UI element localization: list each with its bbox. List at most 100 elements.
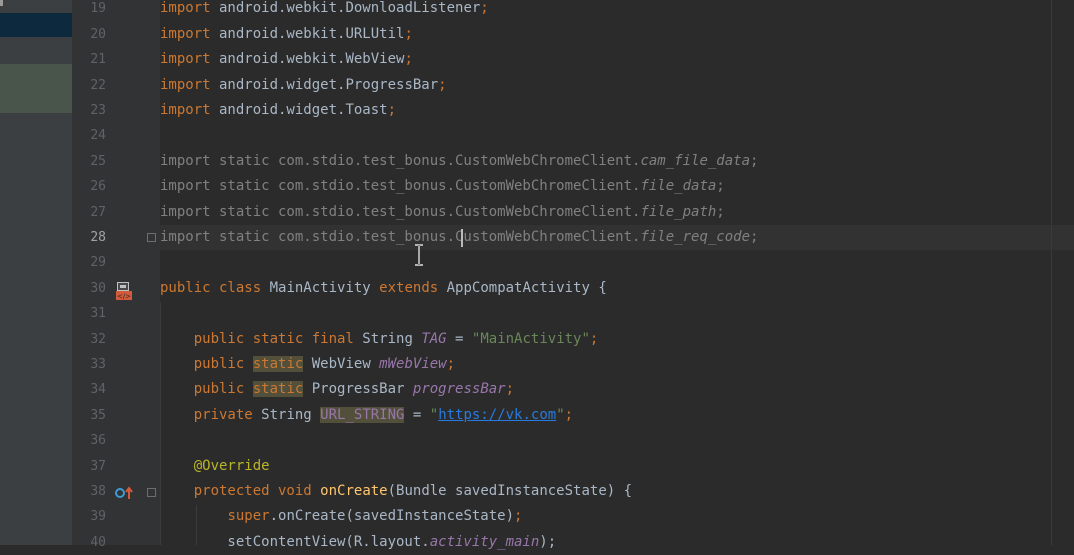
fold-marker-icon[interactable] <box>147 488 156 497</box>
code-token: ; <box>480 0 489 17</box>
panel-edge-marker <box>0 0 3 6</box>
code-line[interactable]: import android.webkit.URLUtil; <box>160 22 413 47</box>
line-number[interactable]: 37 <box>72 454 106 479</box>
code-line[interactable]: super.onCreate(savedInstanceState); <box>160 504 522 529</box>
line-number[interactable]: 25 <box>72 149 106 174</box>
code-token: "MainActivity" <box>471 330 590 347</box>
code-token: ); <box>539 533 557 550</box>
line-number[interactable]: 39 <box>72 504 106 529</box>
line-number[interactable]: 35 <box>72 403 106 428</box>
code-token: onCreate <box>320 483 388 499</box>
code-token: ; <box>387 102 397 118</box>
code-line[interactable]: private String URL_STRING = "https://vk.… <box>160 403 573 428</box>
code-token: android.webkit.URLUtil <box>210 25 405 42</box>
code-token: " <box>556 406 565 423</box>
line-number[interactable]: 40 <box>72 530 106 555</box>
code-line[interactable]: import android.widget.ProgressBar; <box>160 73 447 98</box>
code-line[interactable]: import static com.stdio.test_bonus.Custo… <box>160 225 758 250</box>
code-token: static <box>252 381 304 398</box>
code-line[interactable]: import android.webkit.DownloadListener; <box>160 0 489 22</box>
code-token: import static com.stdio.test_bonus.Custo… <box>160 152 641 169</box>
code-line[interactable]: public static final String TAG = "MainAc… <box>160 327 599 352</box>
fold-marker-icon[interactable] <box>147 233 156 242</box>
code-token: ; <box>750 229 759 245</box>
line-number[interactable]: 22 <box>72 73 106 98</box>
code-token: ; <box>446 356 456 372</box>
code-token: @Override <box>193 457 270 474</box>
code-token: file_path <box>640 203 717 220</box>
line-number[interactable]: 20 <box>72 22 106 47</box>
code-line[interactable]: import static com.stdio.test_bonus.Custo… <box>160 200 725 225</box>
line-number[interactable]: 30 <box>72 276 106 301</box>
line-number[interactable]: 19 <box>72 0 106 22</box>
line-number[interactable]: 38 <box>72 479 106 504</box>
code-token: import static com.stdio.test_bonus.Custo… <box>160 178 641 195</box>
code-line[interactable]: public static ProgressBar progressBar; <box>160 377 514 402</box>
code-token: = <box>446 330 472 347</box>
code-token: ; <box>716 178 725 195</box>
code-token: public <box>193 381 245 398</box>
line-number[interactable]: 36 <box>72 428 106 453</box>
code-token: String <box>353 330 422 347</box>
code-token: .onCreate(savedInstanceState) <box>269 508 515 525</box>
svg-text:</>: </> <box>117 293 131 301</box>
code-line[interactable]: protected void onCreate(Bundle savedInst… <box>160 479 632 504</box>
code-token: import <box>160 25 211 42</box>
code-token: ; <box>716 203 725 220</box>
line-number[interactable]: 33 <box>72 352 106 377</box>
code-line[interactable]: @Override <box>160 454 270 479</box>
line-number[interactable]: 32 <box>72 327 106 352</box>
code-token: activity_main <box>429 533 540 550</box>
line-number[interactable]: 24 <box>72 123 106 148</box>
code-line[interactable]: public class MainActivity extends AppCom… <box>160 276 607 301</box>
line-number[interactable]: 34 <box>72 377 106 402</box>
code-token: = <box>404 406 430 423</box>
code-line[interactable]: public static WebView mWebView; <box>160 352 455 377</box>
indent-guide <box>160 302 161 545</box>
project-tree-selected-item[interactable] <box>0 13 72 37</box>
android-activity-class-icon[interactable]: </> <box>115 281 135 301</box>
line-number[interactable]: 23 <box>72 98 106 123</box>
code-token: protected void <box>193 483 312 499</box>
code-line[interactable]: setContentView(R.layout.activity_main); <box>160 530 556 555</box>
project-tree-highlighted-item[interactable] <box>0 64 72 113</box>
code-line[interactable]: import static com.stdio.test_bonus.Custo… <box>160 174 725 199</box>
code-token: import static com.stdio.test_bonus.Custo… <box>160 229 641 245</box>
code-token: public <box>193 356 245 372</box>
code-token: mWebView <box>379 356 447 372</box>
code-token: ; <box>404 25 413 42</box>
line-number[interactable]: 29 <box>72 250 106 275</box>
code-token: import <box>160 102 211 118</box>
line-number[interactable]: 28 <box>72 225 106 250</box>
line-number[interactable]: 31 <box>72 301 106 326</box>
code-token: import <box>160 51 211 68</box>
line-number[interactable]: 21 <box>72 47 106 72</box>
code-token: ; <box>750 152 759 169</box>
code-token: " <box>429 406 439 423</box>
right-margin-guide <box>1051 0 1052 545</box>
code-token: progressBar <box>412 381 506 398</box>
code-token: URL_STRING <box>320 406 405 423</box>
code-line[interactable]: import android.widget.Toast; <box>160 98 396 123</box>
code-token: setContentView(R.layout. <box>160 533 430 550</box>
line-number[interactable]: 27 <box>72 200 106 225</box>
code-token: WebView <box>303 356 380 372</box>
code-token: private <box>193 406 253 423</box>
code-token: ; <box>564 406 574 423</box>
code-token: super <box>227 508 270 525</box>
code-line[interactable]: import android.webkit.WebView; <box>160 47 413 72</box>
code-token: String <box>252 406 321 423</box>
line-number[interactable]: 26 <box>72 174 106 199</box>
overrides-method-icon[interactable] <box>115 486 135 500</box>
code-line[interactable]: import static com.stdio.test_bonus.Custo… <box>160 149 758 174</box>
code-token: public static final <box>193 330 354 347</box>
